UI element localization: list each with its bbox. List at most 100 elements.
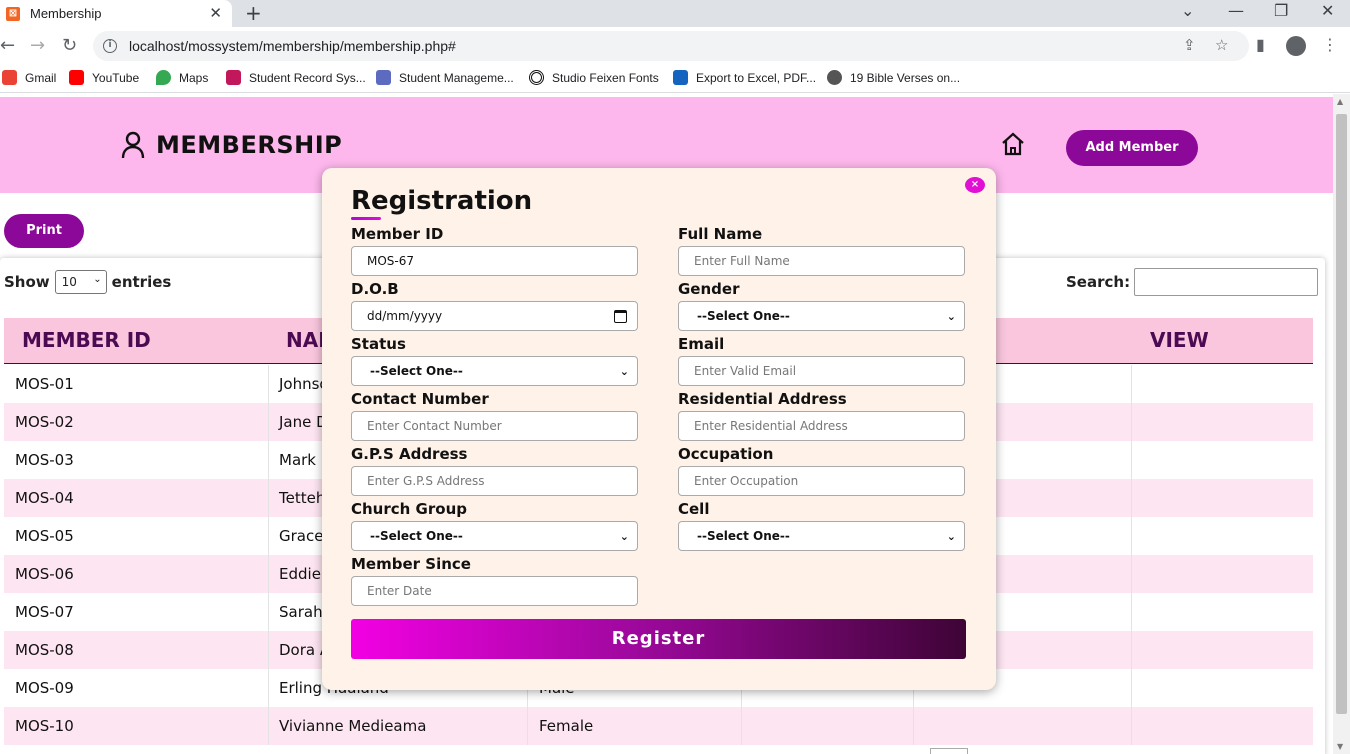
column-divider bbox=[268, 707, 269, 745]
search-label: Search: bbox=[1066, 273, 1131, 291]
member-id-label: Member ID bbox=[351, 225, 444, 243]
register-button[interactable]: Register bbox=[351, 619, 966, 659]
window-close-icon[interactable]: ✕ bbox=[1321, 1, 1334, 20]
cell-member-id: MOS-01 bbox=[15, 375, 74, 393]
profile-avatar-icon[interactable] bbox=[1286, 36, 1306, 56]
page-scrollbar[interactable]: ▲ ▼ bbox=[1333, 94, 1350, 754]
cell-value: --Select One-- bbox=[697, 529, 790, 543]
omnibox[interactable]: i localhost/mossystem/membership/members… bbox=[93, 31, 1249, 61]
scroll-thumb[interactable] bbox=[1336, 114, 1347, 714]
member-id-value: MOS-67 bbox=[367, 254, 415, 268]
modal-close-icon[interactable]: × bbox=[965, 177, 985, 193]
contact-field[interactable]: Enter Contact Number bbox=[351, 411, 638, 441]
cell-member-id: MOS-09 bbox=[15, 679, 74, 697]
calendar-icon[interactable] bbox=[614, 310, 627, 323]
forward-icon[interactable]: → bbox=[30, 35, 45, 56]
browser-tab-bar: ⊠ Membership ✕ + ⌄ — ❐ ✕ bbox=[0, 0, 1350, 27]
print-button[interactable]: Print bbox=[4, 214, 84, 248]
bookmark-bible-verses[interactable]: 19 Bible Verses on... bbox=[827, 70, 960, 85]
full-name-label: Full Name bbox=[678, 225, 763, 243]
site-info-icon[interactable]: i bbox=[103, 39, 117, 53]
entries-select[interactable]: 10 ⌄ bbox=[54, 270, 107, 294]
cell-select[interactable]: --Select One-- ⌄ bbox=[678, 521, 965, 551]
address-field[interactable]: Enter Residential Address bbox=[678, 411, 965, 441]
bookmark-label: Student Record Sys... bbox=[249, 70, 366, 85]
member-since-field[interactable]: Enter Date bbox=[351, 576, 638, 606]
column-divider bbox=[1131, 593, 1132, 631]
show-label: Show bbox=[4, 273, 50, 291]
back-icon[interactable]: ← bbox=[0, 35, 15, 56]
column-divider bbox=[1131, 555, 1132, 593]
dob-placeholder: dd/mm/yyyy bbox=[367, 309, 443, 323]
bookmarks-bar: Gmail YouTube Maps Student Record Sys...… bbox=[0, 65, 1350, 93]
bookmark-youtube[interactable]: YouTube bbox=[69, 70, 139, 85]
status-value: --Select One-- bbox=[370, 364, 463, 378]
scroll-down-icon[interactable]: ▼ bbox=[1337, 742, 1343, 751]
occupation-field[interactable]: Enter Occupation bbox=[678, 466, 965, 496]
word-w-icon bbox=[673, 70, 688, 85]
cell-name: Tetteh bbox=[279, 489, 326, 507]
column-divider bbox=[1131, 403, 1132, 441]
member-id-field[interactable]: MOS-67 bbox=[351, 246, 638, 276]
column-divider bbox=[268, 631, 269, 669]
email-field[interactable]: Enter Valid Email bbox=[678, 356, 965, 386]
column-divider bbox=[1131, 517, 1132, 555]
bookmark-gmail[interactable]: Gmail bbox=[2, 70, 56, 85]
column-divider bbox=[1131, 441, 1132, 479]
occupation-label: Occupation bbox=[678, 445, 774, 463]
occupation-placeholder: Enter Occupation bbox=[694, 474, 799, 488]
column-divider bbox=[527, 707, 528, 745]
new-tab-icon[interactable]: + bbox=[245, 1, 262, 25]
gender-select[interactable]: --Select One-- ⌄ bbox=[678, 301, 965, 331]
reload-icon[interactable]: ↻ bbox=[62, 35, 77, 56]
bookmark-maps[interactable]: Maps bbox=[156, 70, 208, 85]
bookmark-student-record[interactable]: Student Record Sys... bbox=[226, 70, 366, 85]
maximize-icon[interactable]: ❐ bbox=[1274, 1, 1288, 20]
add-member-button[interactable]: Add Member bbox=[1066, 130, 1198, 166]
status-select[interactable]: --Select One-- ⌄ bbox=[351, 356, 638, 386]
bookmark-student-management[interactable]: Student Manageme... bbox=[376, 70, 514, 85]
chevron-down-icon: ⌄ bbox=[946, 310, 956, 323]
address-label: Residential Address bbox=[678, 390, 847, 408]
menu-kebab-icon[interactable]: ⋮ bbox=[1322, 35, 1338, 54]
church-group-select[interactable]: --Select One-- ⌄ bbox=[351, 521, 638, 551]
full-name-field[interactable]: Enter Full Name bbox=[678, 246, 965, 276]
dob-label: D.O.B bbox=[351, 280, 399, 298]
bookmark-star-icon[interactable]: ☆ bbox=[1215, 36, 1228, 54]
side-panel-icon[interactable]: ▮ bbox=[1256, 35, 1265, 54]
minimize-icon[interactable]: — bbox=[1228, 1, 1244, 20]
cell-member-id: MOS-08 bbox=[15, 641, 74, 659]
bookmark-studio-feixen[interactable]: Studio Feixen Fonts bbox=[529, 70, 659, 85]
tab-close-icon[interactable]: ✕ bbox=[209, 4, 222, 22]
registration-modal: × Registration Member ID MOS-67 D.O.B dd… bbox=[322, 168, 996, 690]
scroll-up-icon[interactable]: ▲ bbox=[1337, 97, 1343, 106]
status-label: Status bbox=[351, 335, 406, 353]
bookmark-label: Student Manageme... bbox=[399, 70, 514, 85]
brand: MEMBERSHIP bbox=[120, 131, 342, 159]
member-since-label: Member Since bbox=[351, 555, 471, 573]
search-input[interactable] bbox=[1134, 268, 1319, 296]
title-underline bbox=[351, 217, 381, 220]
student-management-icon bbox=[376, 70, 391, 85]
cell-name: Sarah bbox=[279, 603, 323, 621]
entries-length-control: Show 10 ⌄ entries bbox=[4, 270, 171, 294]
browser-tab[interactable]: ⊠ Membership ✕ bbox=[0, 0, 232, 27]
share-icon[interactable]: ⇪ bbox=[1183, 36, 1196, 54]
church-group-value: --Select One-- bbox=[370, 529, 463, 543]
th-member-id[interactable]: MEMBER ID bbox=[22, 328, 151, 352]
gps-field[interactable]: Enter G.P.S Address bbox=[351, 466, 638, 496]
cell-member-id: MOS-05 bbox=[15, 527, 74, 545]
column-divider bbox=[1131, 631, 1132, 669]
column-divider bbox=[1131, 707, 1132, 745]
maps-pin-icon bbox=[156, 70, 171, 85]
cell-member-id: MOS-03 bbox=[15, 451, 74, 469]
home-icon[interactable] bbox=[1000, 132, 1026, 156]
tab-search-chevron-icon[interactable]: ⌄ bbox=[1181, 1, 1194, 20]
address-bar-row: ← → ↻ i localhost/mossystem/membership/m… bbox=[0, 27, 1350, 65]
contact-label: Contact Number bbox=[351, 390, 489, 408]
chevron-down-icon: ⌄ bbox=[946, 530, 956, 543]
th-view[interactable]: VIEW bbox=[1150, 328, 1209, 352]
bookmark-export-excel[interactable]: Export to Excel, PDF... bbox=[673, 70, 816, 85]
dob-field[interactable]: dd/mm/yyyy bbox=[351, 301, 638, 331]
url-text: localhost/mossystem/membership/membershi… bbox=[129, 38, 456, 54]
